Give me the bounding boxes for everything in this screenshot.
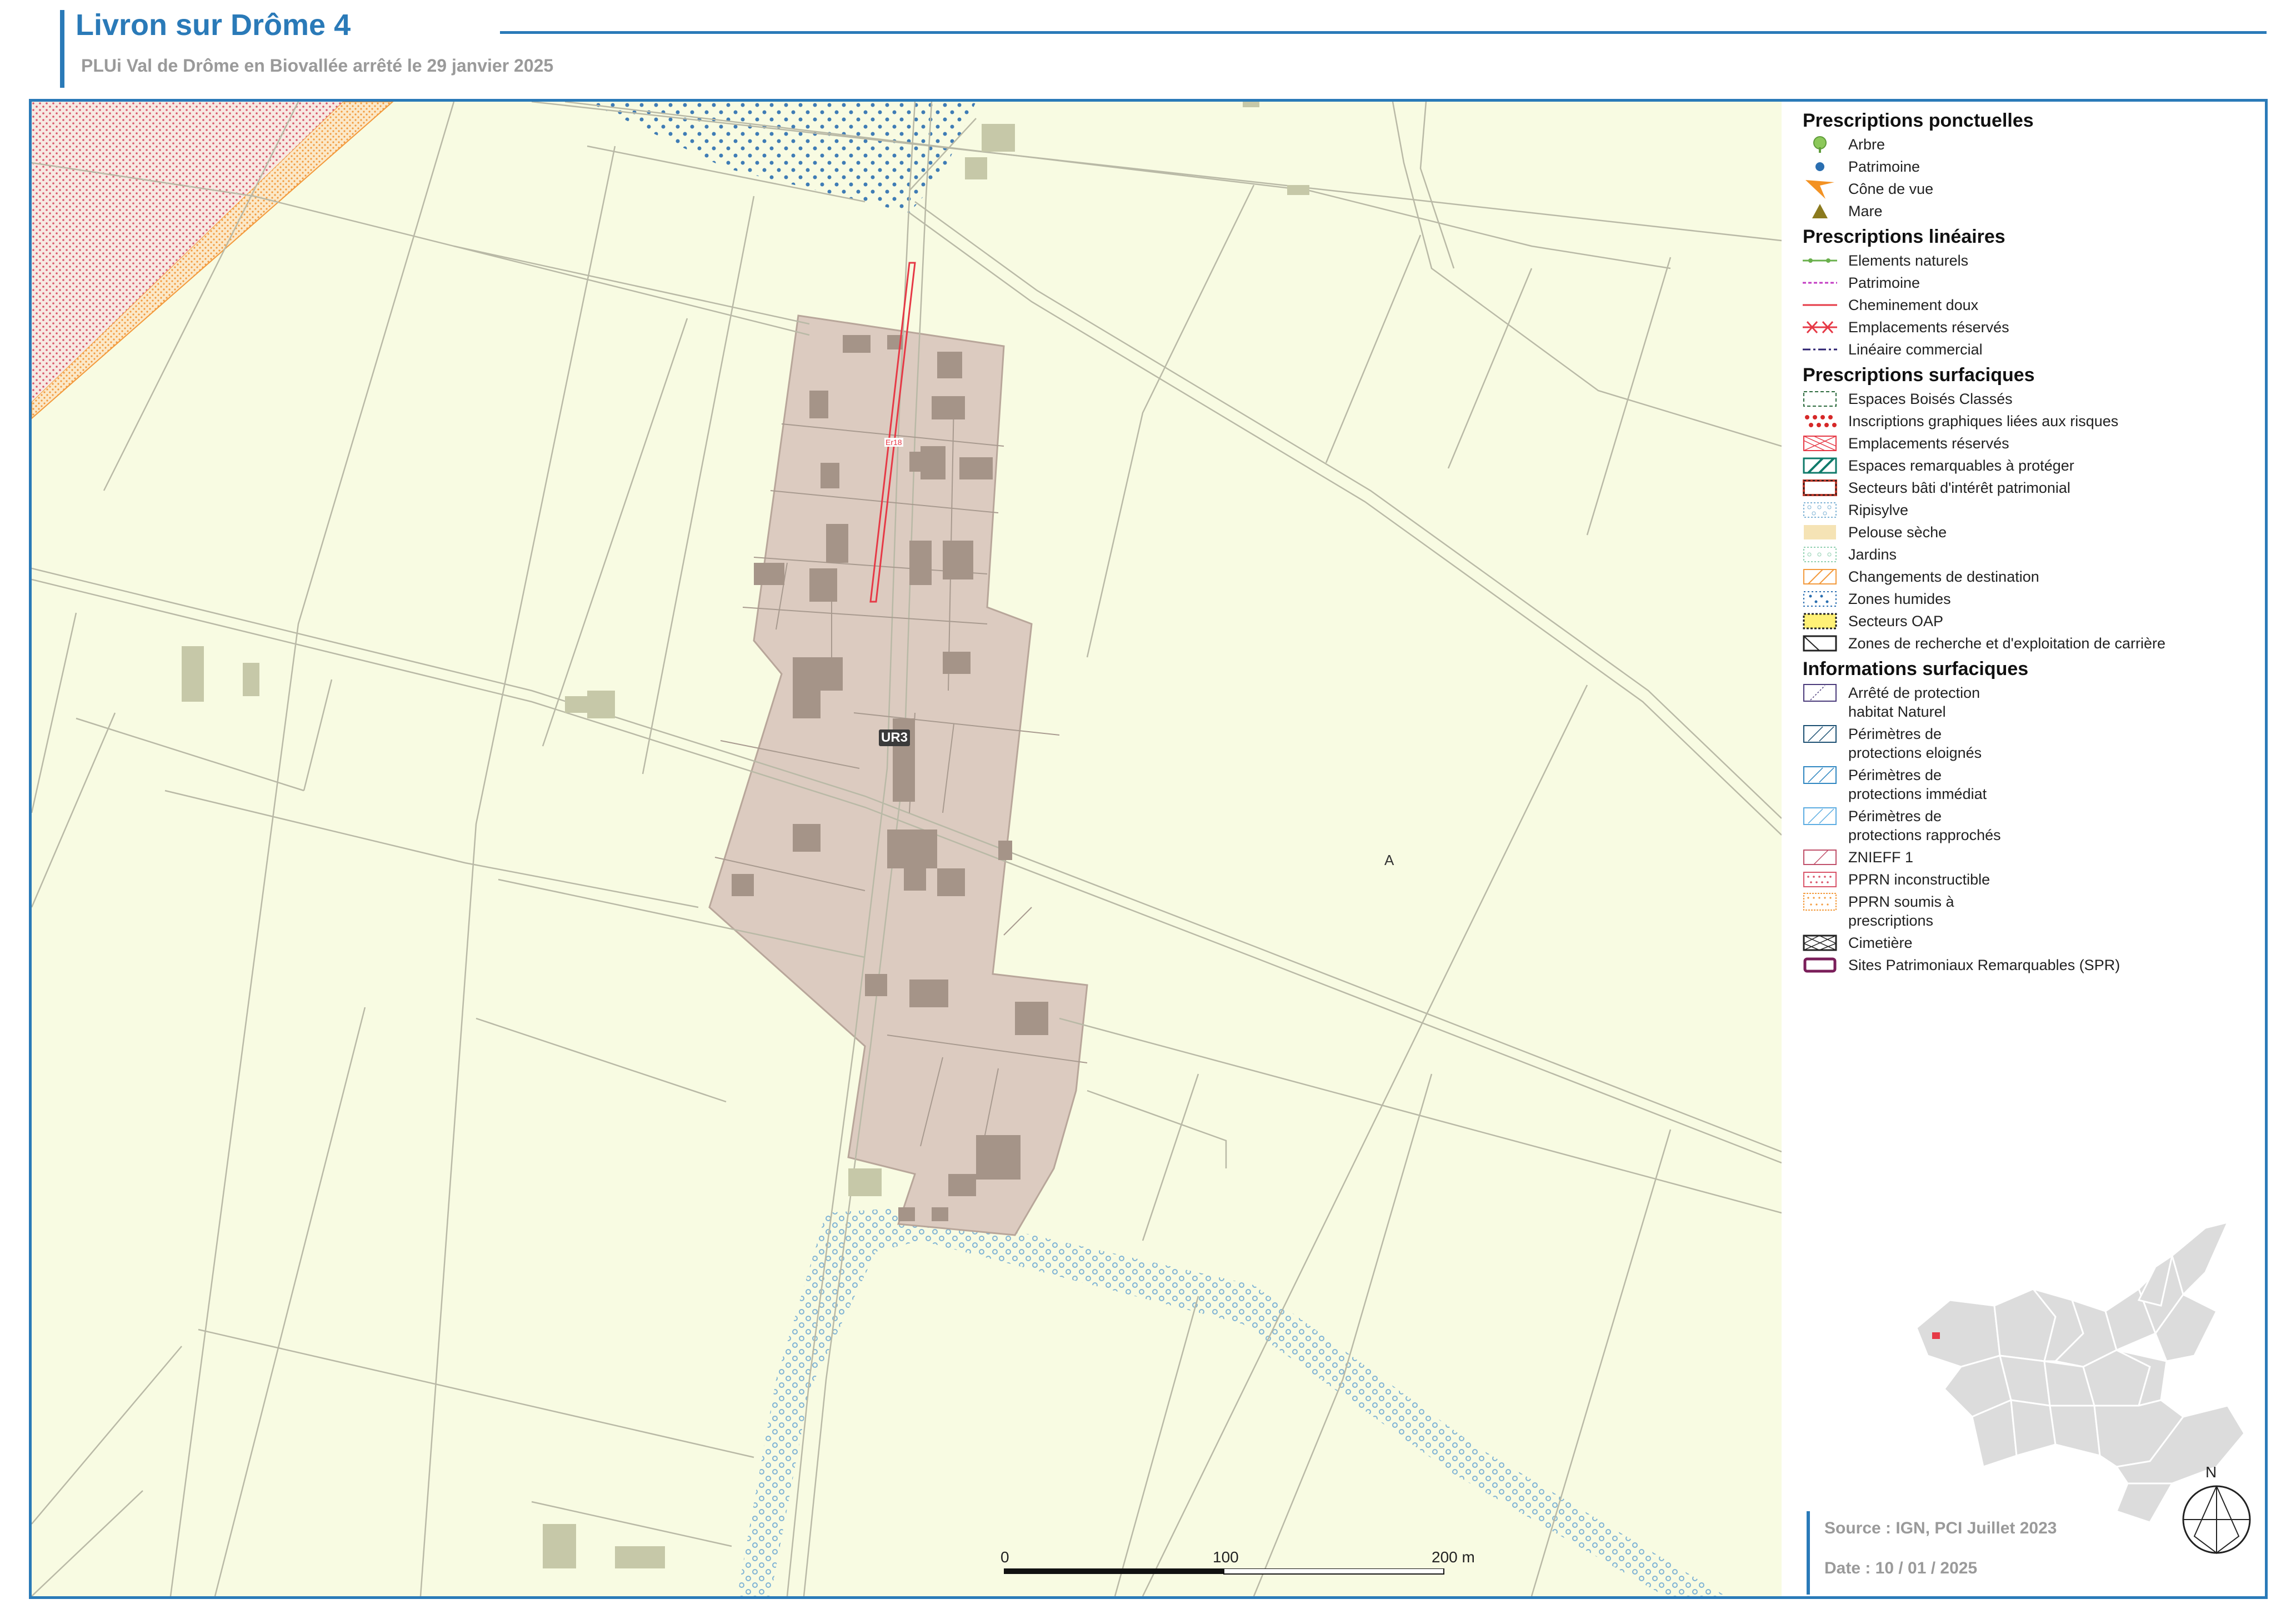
destination-change-swatch [1803, 569, 1837, 584]
legend-item: Sites Patrimoniaux Remarquables (SPR) [1803, 956, 2264, 975]
legend-item: Secteurs OAP [1803, 612, 2264, 631]
compass-icon [2182, 1485, 2251, 1554]
risk-swatch [1804, 414, 1837, 428]
title-rule [500, 31, 2267, 34]
legend: Prescriptions ponctuelles Arbre Patrimoi… [1803, 104, 2264, 978]
legend-item: Cheminement doux [1803, 296, 2264, 314]
legend-item: Pelouse sèche [1803, 523, 2264, 542]
legend-title-lineaires: Prescriptions linéaires [1803, 226, 2005, 247]
view-cone-icon [1805, 180, 1834, 199]
oap-swatch [1803, 613, 1837, 629]
legend-title-surfaciques: Prescriptions surfaciques [1803, 364, 2035, 386]
legend-item: Ripisylve [1803, 501, 2264, 519]
legend-item: Zones de recherche et d'exploitation de … [1803, 634, 2264, 653]
legend-item: PPRN soumis à prescriptions [1803, 892, 2264, 930]
biotope-swatch [1803, 684, 1837, 702]
znieff-swatch [1803, 850, 1837, 865]
close-protection-swatch [1803, 807, 1837, 825]
garden-swatch [1803, 547, 1837, 562]
spr-swatch [1803, 957, 1837, 973]
legend-item: Jardins [1803, 545, 2264, 564]
legend-item: Linéaire commercial [1803, 340, 2264, 359]
legend-item: Cône de vue [1803, 179, 2264, 199]
legend-item: Cimetière [1803, 933, 2264, 952]
heritage-swatch [1803, 479, 1837, 496]
wetland-swatch [1803, 591, 1837, 607]
immediate-protection-swatch [1803, 766, 1837, 784]
map-title: Livron sur Drôme 4 [76, 8, 351, 42]
legend-item: Patrimoine [1803, 273, 2264, 292]
map-subtitle: PLUi Val de Drôme en Biovallée arrêté le… [81, 56, 554, 76]
legend-item: Arrêté de protection habitat Naturel [1803, 683, 2264, 721]
legend-item: Périmètres de protections rapprochés [1803, 807, 2264, 845]
info-accent-bar [1807, 1511, 1810, 1595]
line-heritage-icon [1803, 282, 1837, 284]
line-commercial-icon [1803, 348, 1837, 351]
title-accent-bar [60, 10, 64, 88]
legend-item: Espaces Boisés Classés [1803, 389, 2264, 408]
legend-title-ponctuelles: Prescriptions ponctuelles [1803, 110, 2034, 131]
legend-item: Emplacements réservés [1803, 434, 2264, 453]
legend-item: Périmètres de protections immédiat [1803, 766, 2264, 803]
pprn-orange-swatch [1803, 893, 1837, 911]
legend-item: Zones humides [1803, 589, 2264, 608]
pprn-red-swatch [1803, 872, 1837, 887]
north-label: N [2205, 1463, 2217, 1481]
legend-item: Secteurs bâti d'intérêt patrimonial [1803, 478, 2264, 497]
legend-item: PPRN inconstructible [1803, 870, 2264, 889]
legend-item: Patrimoine [1803, 157, 2264, 176]
legend-item: Espaces remarquables à protéger [1803, 456, 2264, 475]
line-natural-icon [1803, 258, 1837, 263]
location-marker [1932, 1332, 1940, 1339]
date-text: Date : 10 / 01 / 2025 [1824, 1559, 1978, 1577]
legend-title-informations: Informations surfaciques [1803, 658, 2029, 679]
north-arrow-icon [2180, 1483, 2253, 1558]
reserved-swatch [1803, 436, 1837, 451]
source-text: Source : IGN, PCI Juillet 2023 [1824, 1519, 2057, 1537]
legend-item: Périmètres de protections eloignés [1803, 724, 2264, 762]
cemetery-swatch [1803, 935, 1837, 951]
legend-item: Arbre [1803, 135, 2264, 154]
ebc-swatch [1803, 391, 1837, 407]
remarkable-swatch [1803, 457, 1837, 474]
legend-item: Emplacements réservés [1803, 318, 2264, 337]
legend-item: Inscriptions graphiques liées aux risque… [1803, 412, 2264, 431]
legend-item: Mare [1803, 202, 2264, 221]
legend-item: ZNIEFF 1 [1803, 848, 2264, 867]
dry-grass-swatch [1804, 525, 1836, 539]
line-path-icon [1803, 304, 1837, 306]
ripisylve-swatch [1803, 502, 1837, 518]
tree-icon [1813, 136, 1827, 153]
legend-item: Elements naturels [1803, 251, 2264, 270]
quarry-swatch [1803, 635, 1837, 652]
legend-item: Changements de destination [1803, 567, 2264, 586]
line-reserved-icon [1803, 321, 1837, 334]
dot-icon [1815, 162, 1824, 171]
far-protection-swatch [1803, 725, 1837, 743]
triangle-icon [1812, 204, 1828, 218]
